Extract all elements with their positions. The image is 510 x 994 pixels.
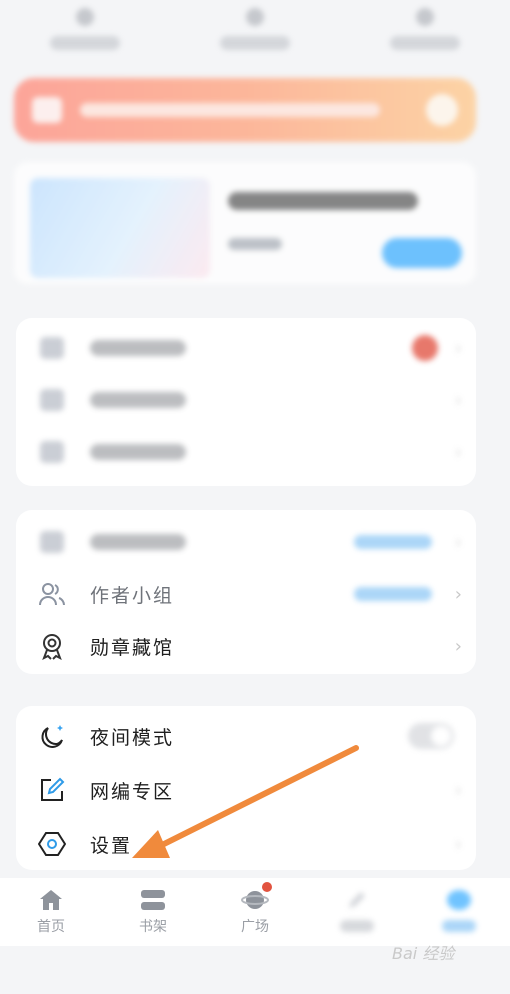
night-mode-row[interactable]: 夜间模式 <box>16 710 476 762</box>
bottom-navigation: 首页 书架 广场 <box>0 878 510 946</box>
pen-icon <box>40 531 64 553</box>
quick-entry[interactable] <box>25 8 145 70</box>
night-mode-toggle[interactable] <box>408 723 454 749</box>
editor-zone-row[interactable]: 网编专区 › <box>16 764 476 816</box>
nav-home-label: 首页 <box>37 919 65 935</box>
mascot-icon <box>426 94 458 126</box>
notification-badge <box>412 335 438 361</box>
list-item[interactable]: › <box>16 426 476 478</box>
nav-bookshelf-label: 书架 <box>139 919 167 935</box>
list-item[interactable]: › <box>16 516 476 568</box>
quick-entry[interactable] <box>365 8 485 70</box>
watermark: Bai 经验 <box>392 944 455 963</box>
editor-zone-label: 网编专区 <box>90 780 175 803</box>
chevron-right-icon: › <box>454 337 462 359</box>
quick-entry-icon <box>76 8 94 26</box>
wallet-icon <box>40 337 64 359</box>
chevron-right-icon: › <box>454 833 462 855</box>
profile-icon <box>447 890 471 910</box>
author-group-label: 作者小组 <box>90 584 175 607</box>
nav-bookshelf[interactable]: 书架 <box>102 878 204 946</box>
nav-write[interactable] <box>306 878 408 946</box>
chevron-right-icon: › <box>454 583 462 605</box>
edit-icon <box>38 776 66 804</box>
chevron-right-icon: › <box>454 389 462 411</box>
list-item[interactable]: › <box>16 322 476 374</box>
chevron-right-icon: › <box>454 531 462 553</box>
author-group-icon <box>38 580 66 608</box>
feature-card[interactable] <box>14 162 476 284</box>
nav-home[interactable]: 首页 <box>0 878 102 946</box>
book-icon <box>40 441 64 463</box>
nav-profile[interactable] <box>408 878 510 946</box>
settings-icon <box>38 830 66 858</box>
nav-plaza[interactable]: 广场 <box>204 878 306 946</box>
creator-card: › 作者小组 › 勋章藏馆 › <box>16 510 476 674</box>
pen-icon <box>349 892 365 908</box>
settings-row[interactable]: 设置 › <box>16 818 476 870</box>
notification-dot <box>262 882 272 892</box>
settings-label: 设置 <box>90 834 133 857</box>
quick-entry[interactable] <box>195 8 315 70</box>
gift-icon <box>32 97 62 123</box>
night-mode-label: 夜间模式 <box>90 726 175 749</box>
feature-thumbnail <box>30 178 210 278</box>
feature-action-button[interactable] <box>382 238 462 268</box>
quick-entry-icon <box>416 8 434 26</box>
chevron-right-icon: › <box>454 635 462 657</box>
account-card: › › › <box>16 318 476 486</box>
home-icon <box>40 890 62 910</box>
promo-banner[interactable] <box>14 78 476 142</box>
settings-card: 夜间模式 网编专区 › 设置 › <box>16 706 476 870</box>
medal-hall-label: 勋章藏馆 <box>90 636 175 659</box>
chevron-right-icon: › <box>454 441 462 463</box>
quick-entry-icon <box>246 8 264 26</box>
document-icon <box>40 389 64 411</box>
chevron-right-icon: › <box>454 779 462 801</box>
medal-icon <box>38 632 66 660</box>
author-group-row[interactable]: 作者小组 › <box>16 568 476 620</box>
bookshelf-icon <box>141 890 165 910</box>
list-item[interactable]: › <box>16 374 476 426</box>
quick-entry-row <box>0 0 510 70</box>
nav-plaza-label: 广场 <box>241 919 269 935</box>
moon-icon <box>38 722 66 750</box>
medal-hall-row[interactable]: 勋章藏馆 › <box>16 620 476 672</box>
